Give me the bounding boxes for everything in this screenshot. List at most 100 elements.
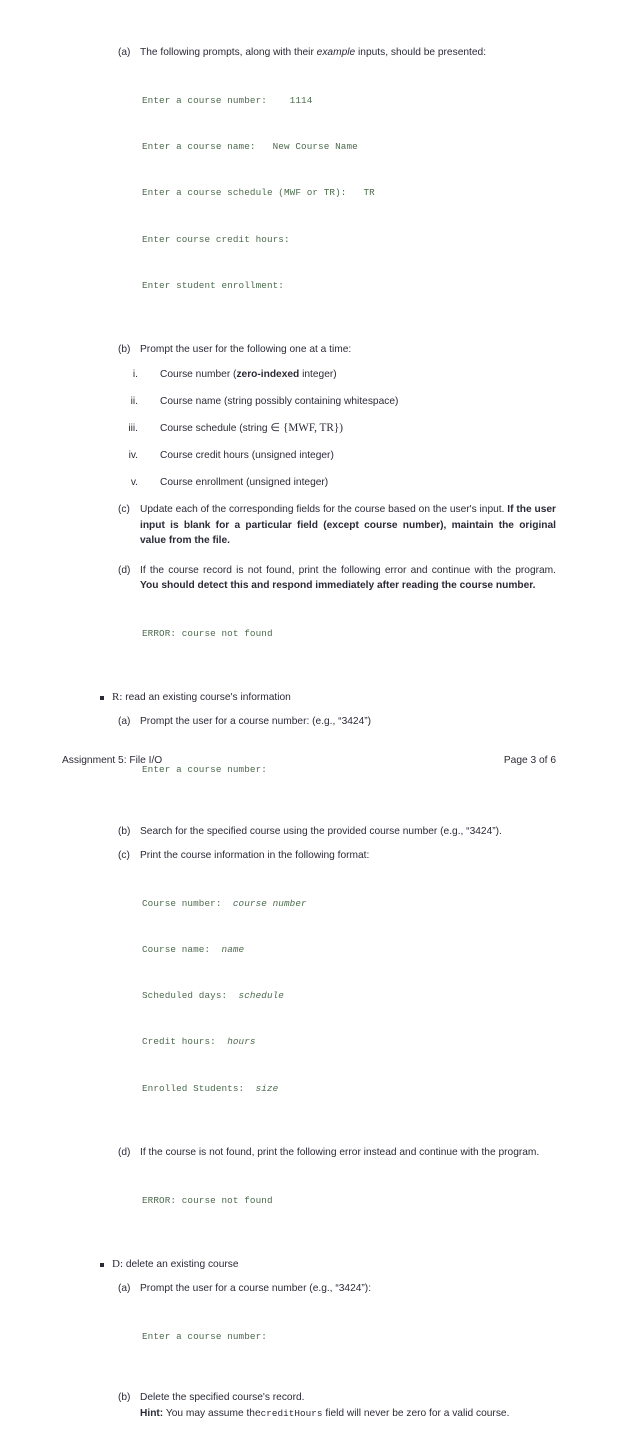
roman-marker-iv: iv. [128, 450, 138, 462]
update-section-list: (a) The following prompts, along with th… [0, 45, 618, 672]
roman-marker-v: v. [130, 477, 138, 489]
delete-section-list: (a) Prompt the user for a course number … [0, 1281, 618, 1421]
code-label: Scheduled days: [142, 990, 239, 1002]
read-item-b: (b) Search for the specified course usin… [0, 824, 618, 839]
sub-item-ii-text: Course name (string possibly containing … [160, 396, 399, 408]
sub-item-i-bold: zero-indexed [236, 369, 300, 381]
code-line: Enter a course number: [142, 1331, 267, 1343]
read-item-c: (c) Print the course information in the … [0, 848, 618, 1127]
delete-command-letter: D: [112, 1258, 123, 1271]
code-line: Scheduled days: schedule [142, 988, 556, 1003]
code-line: ERROR: course not found [142, 628, 273, 640]
code-label: Enrolled Students: [142, 1082, 256, 1094]
code-line: Enrolled Students: size [142, 1081, 556, 1096]
sub-item-v: v. Course enrollment (unsigned integer) [131, 475, 556, 490]
code-line: Course number: course number [142, 896, 556, 911]
list-marker-c: (c) [118, 504, 130, 516]
delete-item-b-hint: Hint: You may assume thecreditHours fiel… [140, 1406, 556, 1421]
sub-item-v-text: Course enrollment (unsigned integer) [160, 477, 329, 489]
delete-item-b-text: Delete the specified course's record. [140, 1392, 305, 1404]
update-item-b-sublist: i. Course number (zero-indexed integer) i… [128, 367, 556, 490]
read-item-a-code: Enter a course number: [142, 732, 556, 809]
bullet-read-command: R: read an existing course's information [0, 690, 618, 705]
read-item-d-code: ERROR: course not found [142, 1162, 556, 1239]
list-marker-d: (d) [118, 564, 131, 576]
code-line: Enter a course number: 1114 [142, 95, 313, 107]
update-item-d-text: If the course record is not found, print… [140, 563, 556, 593]
square-bullet-icon [100, 696, 104, 700]
read-item-a-text: Prompt the user for a course number: (e.… [140, 716, 372, 728]
code-placeholder: name [221, 944, 245, 956]
sub-item-iii-math: ∈ {MWF, TR}) [270, 422, 343, 435]
update-item-b-text: Prompt the user for the following one at… [140, 344, 352, 356]
code-line: Course name: name [142, 942, 556, 957]
document-page: (a) The following prompts, along with th… [0, 0, 618, 1419]
sub-item-i-prefix: Course number ( [160, 369, 237, 381]
roman-marker-iii: iii. [128, 423, 138, 435]
list-marker-a: (a) [118, 47, 131, 58]
bullet-delete-command: D: delete an existing course [0, 1257, 618, 1272]
sub-item-i-suffix: integer) [299, 369, 337, 381]
code-line: Credit hours: hours [142, 1034, 556, 1049]
read-item-b-text: Search for the specified course using th… [140, 825, 502, 837]
delete-item-a: (a) Prompt the user for a course number … [0, 1281, 618, 1375]
sub-item-ii: ii. Course name (string possibly containi… [131, 394, 556, 409]
code-placeholder: hours [227, 1036, 256, 1048]
list-marker-c: (c) [118, 849, 130, 861]
hint-after: field will never be zero for a valid cou… [322, 1407, 510, 1419]
read-item-d-text: If the course is not found, print the fo… [140, 1146, 540, 1158]
text-normal: Update each of the corresponding fields … [140, 504, 508, 516]
delete-command-desc: delete an existing course [123, 1259, 239, 1271]
sub-item-iii-text: Course schedule (string [160, 423, 271, 435]
list-marker-b: (b) [118, 1392, 131, 1404]
code-line: Enter a course schedule (MWF or TR): TR [142, 187, 375, 199]
sub-item-iii: iii. Course schedule (string ∈ {MWF, TR}) [128, 421, 556, 436]
emphasis-example: example [316, 47, 356, 58]
code-placeholder: size [255, 1082, 279, 1094]
code-line: Enter course credit hours: [142, 233, 290, 245]
update-item-d-code: ERROR: course not found [142, 595, 556, 672]
page-footer: Assignment 5: File I/O Page 3 of 6 [62, 752, 556, 768]
read-item-c-text: Print the course information in the foll… [140, 849, 370, 861]
code-placeholder: schedule [238, 990, 284, 1002]
code-line: ERROR: course not found [142, 1194, 273, 1206]
text-bold: You should detect this and respond immed… [140, 580, 536, 592]
update-item-c: (c) Update each of the corresponding fie… [0, 502, 618, 548]
roman-marker-i: i. [132, 369, 138, 381]
page-content: (a) The following prompts, along with th… [0, 45, 618, 1430]
list-marker-b: (b) [118, 344, 131, 356]
update-item-a: (a) The following prompts, along with th… [0, 45, 618, 324]
update-item-a-text: The following prompts, along with their … [140, 45, 556, 60]
hint-label: Hint: [140, 1407, 164, 1419]
text-before: The following prompts, along with their [140, 47, 317, 58]
read-command-desc: read an existing course's information [122, 692, 291, 704]
read-item-c-code: Course number: course number Course name… [142, 865, 556, 1127]
sub-item-iv: iv. Course credit hours (unsigned integer… [129, 448, 556, 463]
code-line: Enter student enrollment: [142, 279, 284, 291]
text-normal: If the course record is not found, print… [140, 564, 556, 576]
text-after: inputs, should be presented: [355, 47, 487, 58]
code-placeholder: course number [232, 897, 307, 909]
delete-item-a-text: Prompt the user for a course number (e.g… [140, 1283, 372, 1295]
update-item-d: (d) If the course record is not found, p… [0, 563, 618, 672]
list-marker-a: (a) [118, 716, 131, 728]
read-section-list: (a) Prompt the user for a course number:… [0, 714, 618, 1239]
update-item-a-code: Enter a course number: 1114 Enter a cour… [142, 62, 556, 324]
update-item-b: (b) Prompt the user for the following on… [0, 342, 618, 490]
footer-assignment-title: Assignment 5: File I/O [62, 754, 163, 766]
code-label: Credit hours: [142, 1036, 228, 1048]
footer-page-number: Page 3 of 6 [503, 754, 556, 766]
list-marker-d: (d) [118, 1146, 131, 1158]
delete-item-b: (b) Delete the specified course's record… [0, 1390, 618, 1420]
roman-marker-ii: ii. [130, 396, 138, 408]
code-label: Course number: [142, 897, 233, 909]
read-item-d: (d) If the course is not found, print th… [0, 1145, 618, 1239]
square-bullet-icon [100, 1263, 104, 1267]
update-item-c-text: Update each of the corresponding fields … [140, 502, 556, 548]
sub-item-iv-text: Course credit hours (unsigned integer) [160, 450, 334, 462]
sub-item-i: i. Course number (zero-indexed integer) [133, 367, 556, 382]
delete-item-a-code: Enter a course number: [142, 1298, 556, 1375]
code-label: Course name: [142, 944, 222, 956]
hint-before: You may assume the [163, 1407, 261, 1419]
list-marker-a: (a) [118, 1283, 131, 1295]
